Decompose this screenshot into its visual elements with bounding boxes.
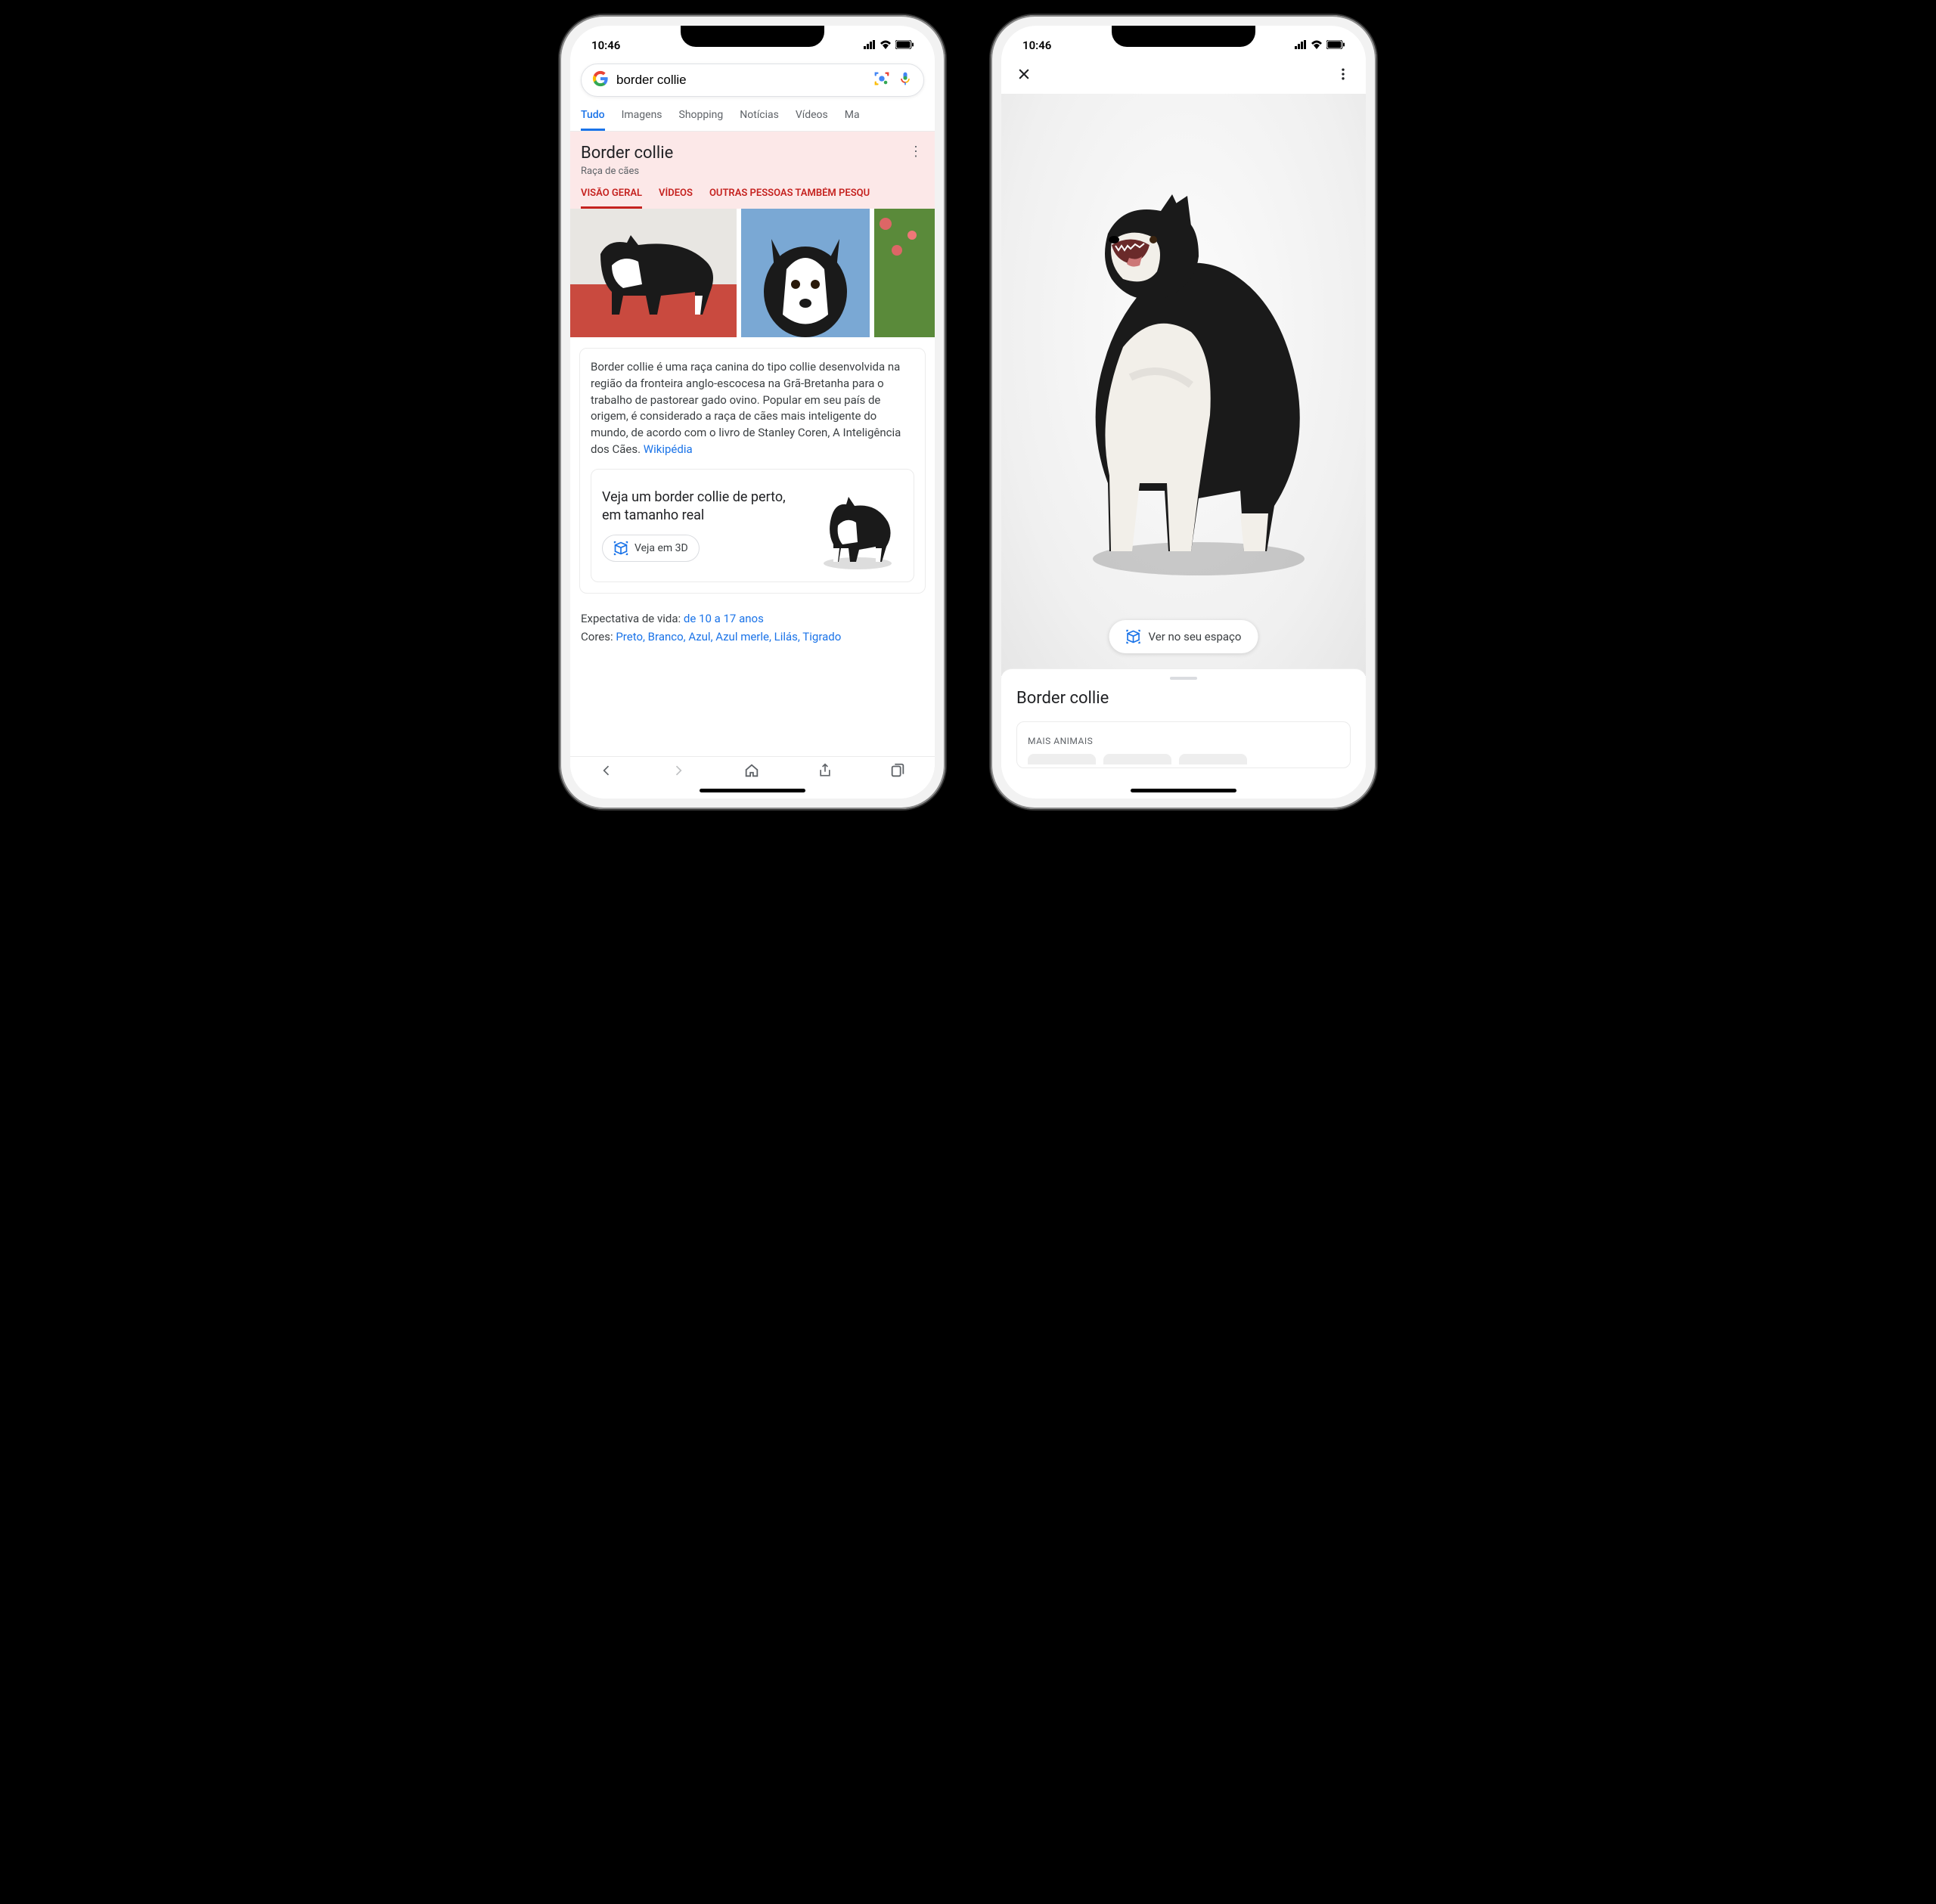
google-g-icon — [592, 70, 609, 90]
nav-home-icon[interactable] — [743, 762, 760, 783]
microphone-icon[interactable] — [898, 70, 913, 90]
search-input[interactable] — [616, 73, 866, 88]
phone-left: 10:46 — [560, 15, 945, 809]
close-icon[interactable] — [1016, 67, 1032, 86]
result-image-3[interactable] — [874, 209, 935, 337]
tab-shopping[interactable]: Shopping — [679, 109, 724, 131]
result-image-1[interactable] — [570, 209, 737, 337]
wifi-icon — [880, 39, 892, 52]
kp-tab-videos[interactable]: VÍDEOS — [659, 188, 693, 209]
search-bar[interactable] — [581, 64, 924, 97]
kp-tab-overview[interactable]: VISÃO GERAL — [581, 188, 642, 209]
ar-bottom-sheet[interactable]: Border collie MAIS ANIMAIS — [1001, 668, 1366, 768]
wifi-icon — [1311, 39, 1323, 52]
related-animal-card[interactable] — [1103, 754, 1171, 764]
status-icons — [1295, 39, 1345, 52]
sheet-section-label: MAIS ANIMAIS — [1028, 736, 1339, 746]
fact-lifespan: Expectativa de vida: de 10 a 17 anos — [581, 612, 924, 625]
fact-label: Expectativa de vida: — [581, 612, 681, 625]
tab-noticias[interactable]: Notícias — [740, 109, 779, 131]
screen-right: 10:46 — [1001, 26, 1366, 799]
ar-header — [1001, 59, 1366, 94]
clock: 10:46 — [591, 39, 620, 52]
clock: 10:46 — [1022, 39, 1051, 52]
view-3d-label: Veja em 3D — [634, 541, 688, 556]
home-indicator[interactable] — [700, 789, 805, 792]
kp-tab-others[interactable]: OUTRAS PESSOAS TAMBÉM PESQU — [709, 188, 870, 209]
search-tabs: Tudo Imagens Shopping Notícias Vídeos Ma — [570, 101, 935, 132]
ar-viewer[interactable]: Ver no seu espaço — [1001, 94, 1366, 676]
signal-icon — [864, 39, 876, 52]
tab-tudo[interactable]: Tudo — [581, 109, 605, 131]
nav-share-icon[interactable] — [818, 762, 833, 783]
view-in-space-label: Ver no seu espaço — [1149, 630, 1242, 643]
wikipedia-link[interactable]: Wikipédia — [644, 442, 693, 456]
kp-subtitle: Raça de cães — [581, 166, 924, 177]
fact-colors: Cores: Preto, Branco, Azul, Azul merle, … — [581, 630, 924, 643]
status-icons — [864, 39, 914, 52]
notch — [1112, 26, 1255, 47]
view-3d-button[interactable]: Veja em 3D — [602, 535, 700, 562]
more-vertical-icon[interactable] — [1336, 67, 1351, 86]
sheet-title: Border collie — [1016, 689, 1351, 708]
nav-tabs-icon[interactable] — [889, 762, 906, 783]
tab-more[interactable]: Ma — [845, 109, 860, 131]
fact-value[interactable]: de 10 a 17 anos — [684, 612, 764, 625]
summary-card: Border collie é uma raça canina do tipo … — [579, 348, 926, 594]
tab-videos[interactable]: Vídeos — [796, 109, 828, 131]
summary-text: Border collie é uma raça canina do tipo … — [591, 360, 901, 456]
phone-right: 10:46 — [991, 15, 1376, 809]
battery-icon — [895, 39, 914, 52]
google-lens-icon[interactable] — [873, 70, 890, 90]
sheet-handle[interactable] — [1170, 677, 1197, 680]
ar-promo-card: Veja um border collie de perto, em taman… — [591, 469, 914, 582]
related-animal-card[interactable] — [1028, 754, 1096, 764]
notch — [681, 26, 824, 47]
knowledge-panel: ⋮ Border collie Raça de cães VISÃO GERAL… — [570, 132, 935, 209]
signal-icon — [1295, 39, 1307, 52]
fact-value[interactable]: Preto, Branco, Azul, Azul merle, Lilás, … — [616, 630, 841, 643]
tab-imagens[interactable]: Imagens — [622, 109, 662, 131]
nav-forward-icon[interactable] — [671, 763, 686, 783]
nav-back-icon[interactable] — [599, 763, 614, 783]
fact-label: Cores: — [581, 630, 613, 643]
result-image-2[interactable] — [741, 209, 870, 337]
image-strip — [570, 209, 935, 337]
home-indicator[interactable] — [1131, 789, 1236, 792]
kp-tabs: VISÃO GERAL VÍDEOS OUTRAS PESSOAS TAMBÉM… — [581, 188, 924, 209]
related-animal-card[interactable] — [1179, 754, 1247, 764]
kp-title: Border collie — [581, 144, 924, 163]
view-in-space-button[interactable]: Ver no seu espaço — [1109, 620, 1258, 653]
battery-icon — [1326, 39, 1345, 52]
ar-dog-model[interactable] — [1040, 188, 1327, 581]
kp-more-icon[interactable]: ⋮ — [909, 144, 923, 160]
ar-headline: Veja um border collie de perto, em taman… — [602, 488, 797, 526]
screen-left: 10:46 — [570, 26, 935, 799]
ar-thumb — [805, 480, 903, 571]
facts: Expectativa de vida: de 10 a 17 anos Cor… — [570, 604, 935, 651]
